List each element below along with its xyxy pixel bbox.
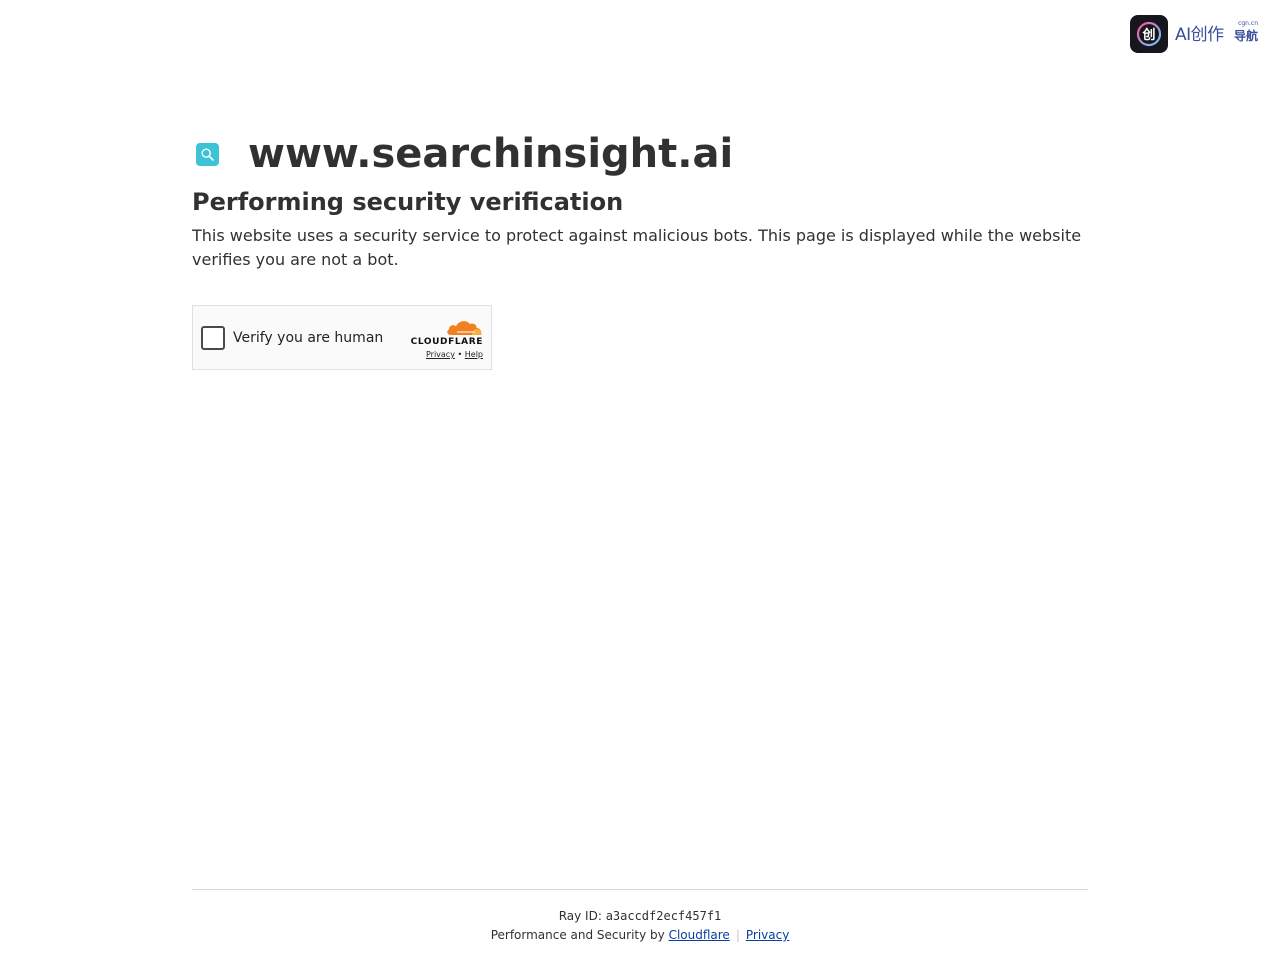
ray-id-label: Ray ID: (558, 909, 606, 923)
site-header: www.searchinsight.ai (192, 126, 1088, 182)
verification-widget: Verify you are human CLOUDFLARE Privacy … (192, 305, 492, 370)
cloudflare-link[interactable]: Cloudflare (669, 928, 730, 942)
cloudflare-logo: CLOUDFLARE Privacy • Help (407, 318, 483, 360)
ray-id-line: Ray ID: a3accdf2ecf457f1 (192, 908, 1088, 924)
brand-main-text: AI创作 (1175, 25, 1224, 45)
performance-line: Performance and Security by Cloudflare | P… (192, 927, 1088, 943)
page-description: This website uses a security service to … (192, 226, 1082, 269)
brand-wordmark: AI创作 cgn.cn 导航 (1175, 15, 1260, 53)
verify-label[interactable]: Verify you are human (233, 328, 383, 348)
brand-domain-text: cgn.cn (1238, 20, 1258, 27)
svg-text:创: 创 (1141, 27, 1155, 43)
page-heading: Performing security verification (192, 188, 624, 216)
brand-sub-text: 导航 (1233, 29, 1258, 43)
main-content: www.searchinsight.ai Performing security… (192, 126, 1088, 370)
brand-logo-icon: 创 (1130, 15, 1168, 53)
footer: Ray ID: a3accdf2ecf457f1 Performance and… (192, 889, 1088, 943)
performance-prefix: Performance and Security by (490, 928, 669, 942)
cloudflare-wordmark: CLOUDFLARE (410, 337, 483, 347)
widget-link-separator: • (457, 350, 463, 359)
widget-privacy-link[interactable]: Privacy (426, 350, 455, 359)
widget-help-link[interactable]: Help (465, 350, 483, 359)
verify-checkbox[interactable] (201, 326, 225, 350)
privacy-link[interactable]: Privacy (746, 928, 789, 942)
search-icon (196, 142, 219, 166)
ray-id-value: a3accdf2ecf457f1 (605, 909, 722, 923)
site-domain-title: www.searchinsight.ai (248, 131, 734, 177)
footer-separator: | (735, 928, 740, 942)
widget-links: Privacy • Help (407, 350, 483, 360)
cloud-icon (447, 321, 482, 335)
brand-logo[interactable]: 创 AI创作 cgn.cn 导航 (1130, 15, 1260, 53)
